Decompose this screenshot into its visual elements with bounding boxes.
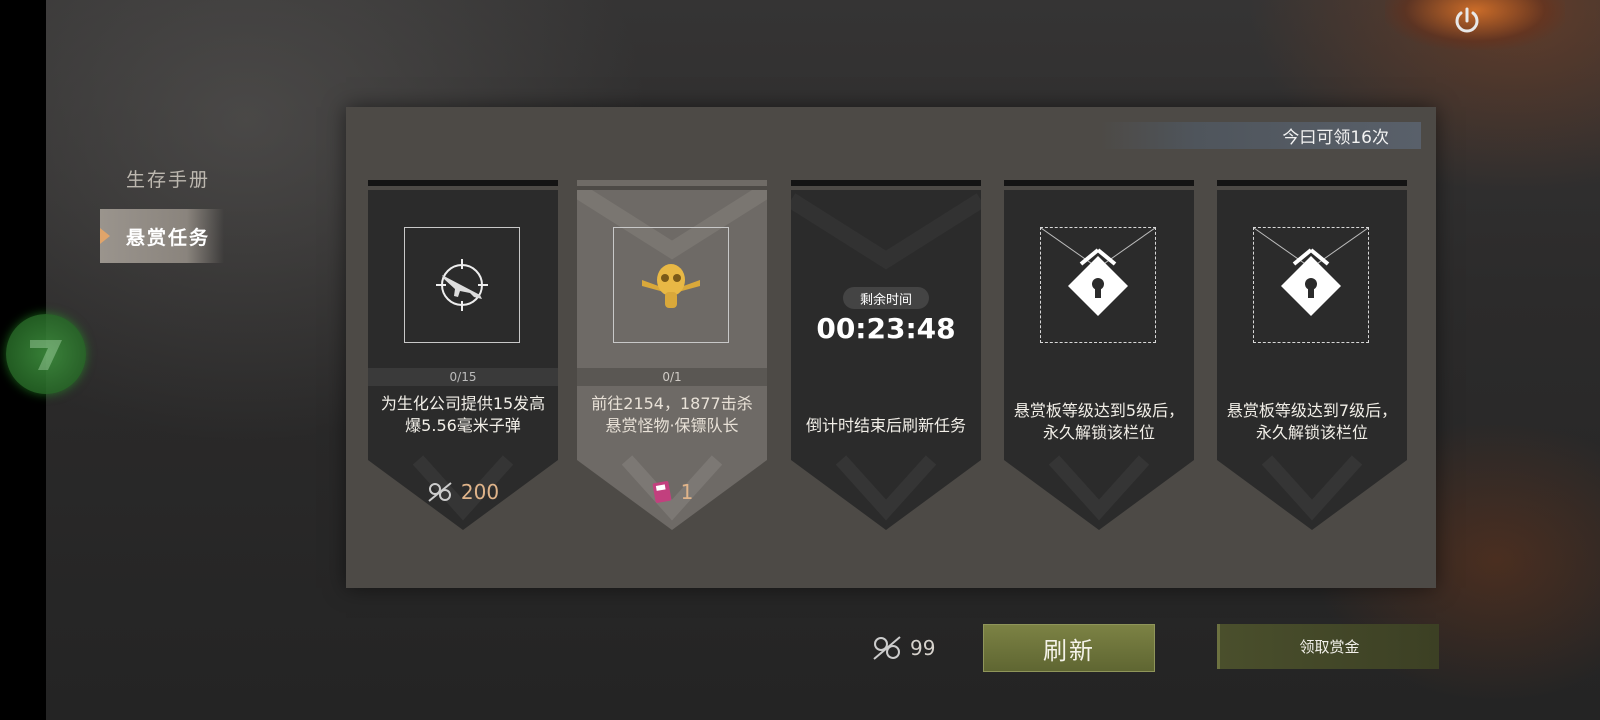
sidebar-item-survival-manual[interactable]: 生存手册 <box>100 151 224 205</box>
reward: 200 <box>368 478 558 506</box>
task-icon-frame <box>404 227 520 343</box>
rifle-crosshair-icon <box>436 259 488 311</box>
bounty-card-4-locked: 悬赏板等级达到5级后，永久解锁该栏位 <box>1004 180 1194 530</box>
bounty-card-3-timer: 剩余时间 00:23:48 倒计时结束后刷新任务 <box>791 180 981 530</box>
card-body: 0/1 前往2154，1877击杀悬赏怪物·保镖队长 1 <box>577 190 767 530</box>
currency-display: 99 <box>872 633 935 663</box>
card-top-strip <box>577 180 767 186</box>
currency-amount: 99 <box>910 636 936 660</box>
refresh-button[interactable]: 刷新 <box>983 624 1155 672</box>
task-description: 悬赏板等级达到5级后，永久解锁该栏位 <box>1013 401 1185 442</box>
daily-claims-bar: 今曰可领16次 <box>1100 122 1421 149</box>
sidebar-item-label: 悬赏任务 <box>126 226 211 249</box>
sidebar-item-bounty-tasks[interactable]: 悬赏任务 <box>100 209 224 263</box>
reward-amount: 1 <box>680 480 694 504</box>
card-top-strip <box>791 180 981 186</box>
card-top-strip <box>1217 180 1407 186</box>
timer-value: 00:23:48 <box>816 312 956 345</box>
bounty-card-1[interactable]: 0/15 为生化公司提供15发高爆5.56毫米子弹 200 <box>368 180 558 530</box>
task-description: 悬赏板等级达到7级后，永久解锁该栏位 <box>1226 401 1398 442</box>
card-chevron-decoration <box>791 193 981 521</box>
bounty-card-2[interactable]: 0/1 前往2154，1877击杀悬赏怪物·保镖队长 1 <box>577 180 767 530</box>
task-description: 倒计时结束后刷新任务 <box>805 416 966 435</box>
timer-label: 剩余时间 <box>843 287 929 309</box>
claim-bounty-button[interactable]: 领取赏金 <box>1217 624 1439 669</box>
pink-ticket-icon <box>652 481 671 503</box>
card-body: 悬赏板等级达到7级后，永久解锁该栏位 <box>1217 190 1407 530</box>
gold-gasmask-emblem-icon <box>642 264 700 308</box>
card-top-strip <box>368 180 558 186</box>
task-description: 前往2154，1877击杀悬赏怪物·保镖队长 <box>591 394 753 435</box>
lock-icon <box>1041 228 1155 316</box>
lock-icon <box>1254 228 1368 316</box>
locked-slot-frame <box>1253 227 1369 343</box>
card-body: 悬赏板等级达到5级后，永久解锁该栏位 <box>1004 190 1194 530</box>
scrap-parts-icon <box>873 636 901 660</box>
bounty-card-5-locked: 悬赏板等级达到7级后，永久解锁该栏位 <box>1217 180 1407 530</box>
reward: 1 <box>577 478 767 506</box>
daily-claims-text: 今曰可领16次 <box>1282 128 1389 148</box>
reward-amount: 200 <box>460 480 500 504</box>
card-body: 剩余时间 00:23:48 倒计时结束后刷新任务 <box>791 190 981 530</box>
task-description: 为生化公司提供15发高爆5.56毫米子弹 <box>380 394 546 435</box>
scrap-parts-icon <box>428 482 452 502</box>
active-indicator-icon <box>100 228 110 244</box>
card-top-strip <box>1004 180 1194 186</box>
locked-slot-frame <box>1040 227 1156 343</box>
sidebar-item-label: 生存手册 <box>126 168 211 191</box>
progress-text: 0/15 <box>368 368 558 386</box>
floating-assistant-icon[interactable] <box>6 314 86 394</box>
power-icon[interactable] <box>1450 4 1484 38</box>
card-body: 0/15 为生化公司提供15发高爆5.56毫米子弹 200 <box>368 190 558 530</box>
task-icon-frame <box>613 227 729 343</box>
progress-text: 0/1 <box>577 368 767 386</box>
